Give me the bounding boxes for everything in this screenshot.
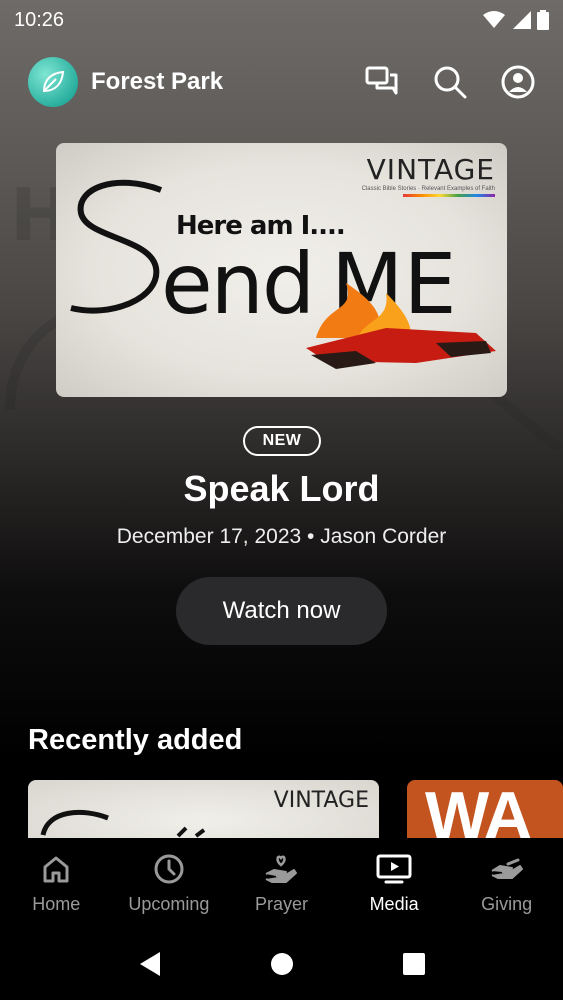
system-navigation-bar xyxy=(0,928,563,1000)
nav-label: Home xyxy=(32,894,81,914)
hero-artwork[interactable]: VINTAGE Classic Bible Stories · Relevant… xyxy=(56,143,507,397)
nav-media[interactable]: Media xyxy=(338,838,451,928)
nav-upcoming[interactable]: Upcoming xyxy=(113,838,226,928)
nav-prayer[interactable]: Prayer xyxy=(225,838,338,928)
home-circle-icon[interactable] xyxy=(270,952,294,976)
artwork-send-me: end ME xyxy=(70,179,496,369)
nav-giving[interactable]: Giving xyxy=(450,838,563,928)
media-icon xyxy=(376,854,412,884)
org-name: Forest Park xyxy=(91,68,224,95)
battery-icon xyxy=(537,10,549,30)
nav-home[interactable]: Home xyxy=(0,838,113,928)
status-bar: 10:26 xyxy=(0,0,563,40)
prayer-icon xyxy=(266,855,298,883)
signal-icon xyxy=(513,11,531,29)
back-icon[interactable] xyxy=(138,951,162,977)
recent-card-text: WA xyxy=(425,780,533,838)
chat-icon[interactable] xyxy=(365,66,399,98)
recent-card-artwork xyxy=(40,809,206,838)
church-logo[interactable] xyxy=(28,57,78,107)
recent-media-card[interactable]: VINTAGE xyxy=(28,780,379,838)
new-badge: NEW xyxy=(243,426,321,456)
search-icon[interactable] xyxy=(433,65,467,99)
giving-icon xyxy=(491,858,523,879)
app-header: Forest Park xyxy=(0,55,563,109)
account-icon[interactable] xyxy=(501,65,535,99)
hero-meta: December 17, 2023 • Jason Corder xyxy=(116,525,447,548)
status-time: 10:26 xyxy=(14,8,65,31)
leaf-icon xyxy=(42,70,65,93)
home-icon xyxy=(43,856,69,883)
nav-label: Giving xyxy=(481,894,533,914)
recent-media-card[interactable]: WA xyxy=(407,780,563,838)
recently-added-title: Recently added xyxy=(28,724,243,756)
recents-icon[interactable] xyxy=(402,952,426,976)
nav-label: Prayer xyxy=(254,894,308,914)
nav-label: Upcoming xyxy=(128,894,210,914)
nav-label: Media xyxy=(369,894,419,914)
wifi-icon xyxy=(483,11,505,28)
clock-icon xyxy=(154,854,184,884)
svg-text:end: end xyxy=(161,235,313,333)
watch-now-button[interactable]: Watch now xyxy=(176,577,387,645)
bottom-navigation: Home Upcoming Prayer Media Giving xyxy=(0,838,563,928)
hero-title: Speak Lord xyxy=(183,468,380,509)
